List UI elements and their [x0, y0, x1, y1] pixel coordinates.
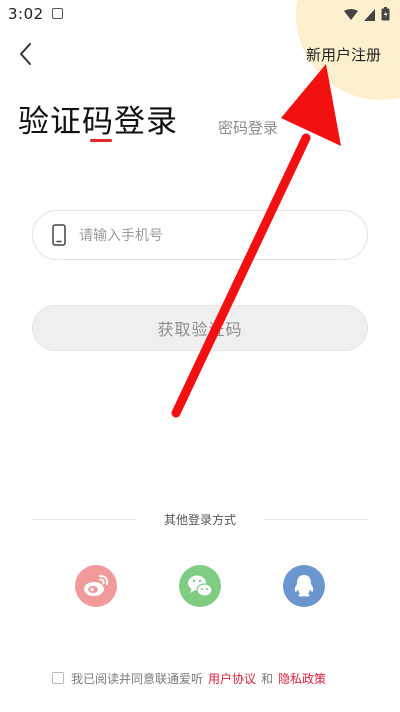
- user-agreement-link[interactable]: 用户协议: [208, 670, 256, 687]
- weibo-icon: [84, 575, 109, 596]
- agreement-and: 和: [261, 671, 274, 686]
- notification-icon: [52, 8, 63, 19]
- wechat-icon: [188, 575, 213, 597]
- tab-sms-login[interactable]: 验证码登录: [18, 96, 178, 141]
- battery-icon: [381, 6, 390, 25]
- privacy-policy-link[interactable]: 隐私政策: [278, 670, 326, 687]
- wechat-login-button[interactable]: [179, 565, 221, 607]
- agreement-checkbox[interactable]: [52, 672, 64, 684]
- register-link[interactable]: 新用户注册: [306, 44, 381, 65]
- agreement-row: 我已阅读并同意联通爱听 用户协议 和 隐私政策: [52, 669, 326, 687]
- qq-icon: [294, 575, 314, 597]
- status-icons: [344, 6, 390, 25]
- wifi-icon: [344, 6, 358, 25]
- agreement-text: 我已阅读并同意联通爱听: [71, 671, 204, 686]
- active-tab-indicator: [90, 139, 112, 142]
- login-page: 3:02 新用户注册 验证码登录 密码登录 获取验证码: [0, 0, 400, 712]
- phone-icon: [52, 224, 66, 246]
- status-bar: 3:02: [0, 0, 400, 28]
- tab-password-login[interactable]: 密码登录: [218, 117, 278, 138]
- signal-icon: [364, 6, 375, 25]
- phone-field[interactable]: [32, 210, 368, 261]
- back-button[interactable]: [16, 40, 38, 68]
- status-time: 3:02: [8, 5, 44, 23]
- phone-input[interactable]: [77, 211, 361, 261]
- weibo-login-button[interactable]: [75, 565, 117, 607]
- get-code-button[interactable]: 获取验证码: [32, 305, 368, 351]
- qq-login-button[interactable]: [283, 565, 325, 607]
- chevron-left-icon: [20, 43, 31, 65]
- divider: [264, 519, 368, 520]
